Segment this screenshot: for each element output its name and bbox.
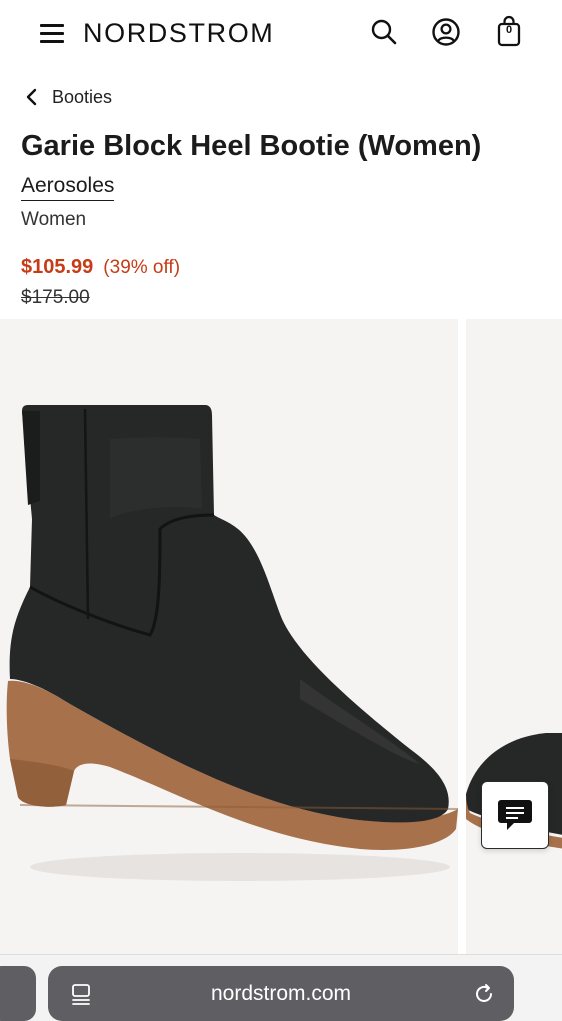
product-image-gallery[interactable] — [0, 319, 562, 954]
breadcrumb[interactable]: Booties — [24, 84, 112, 110]
reload-icon[interactable] — [472, 982, 496, 1006]
breadcrumb-label: Booties — [52, 86, 113, 107]
account-icon[interactable] — [430, 16, 462, 48]
price-row: $105.99 (39% off) — [21, 253, 180, 283]
browser-toolbar: nordstrom.com — [0, 954, 562, 1021]
discount-label: (39% off) — [103, 257, 181, 278]
original-price: $175.00 — [21, 287, 90, 308]
product-category: Women — [21, 209, 87, 230]
product-image-next[interactable] — [466, 319, 562, 954]
chevron-left-icon — [26, 88, 37, 106]
url-text: nordstrom.com — [210, 982, 352, 1005]
product-title: Garie Block Heel Bootie (Women) — [21, 130, 482, 162]
hamburger-menu-icon[interactable] — [40, 21, 64, 45]
shopping-bag-icon[interactable]: 0 — [497, 15, 521, 49]
gallery-divider — [458, 319, 466, 954]
bag-count-badge: 0 — [505, 24, 513, 36]
chat-bubble-icon — [498, 800, 532, 830]
site-header: NORDSTROM 0 — [0, 0, 562, 66]
address-bar[interactable]: nordstrom.com — [48, 966, 514, 1021]
previous-tab-button[interactable] — [0, 966, 36, 1021]
product-brand-link[interactable]: Aerosoles — [21, 172, 115, 201]
nordstrom-logo[interactable]: NORDSTROM — [83, 16, 274, 50]
search-icon[interactable] — [368, 16, 400, 48]
chat-button[interactable] — [481, 781, 549, 849]
sale-price: $105.99 — [21, 256, 94, 278]
product-image-main[interactable] — [0, 319, 459, 954]
